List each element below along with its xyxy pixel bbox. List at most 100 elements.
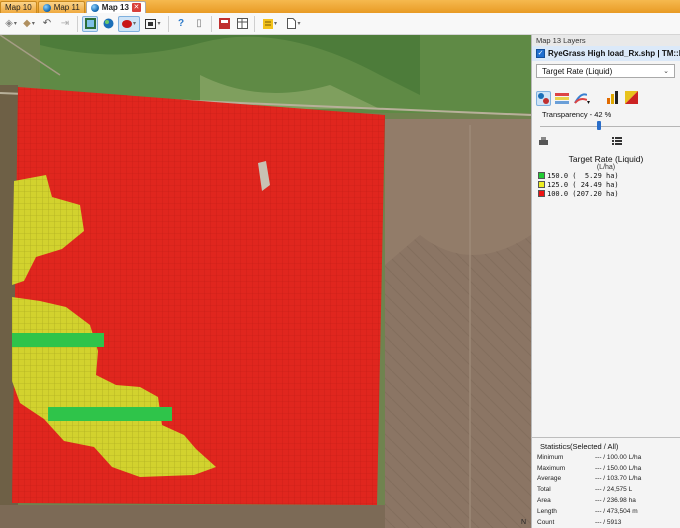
stat-row: Total --- / 24,575 L [532, 484, 680, 495]
frame-icon [145, 18, 157, 29]
legend-tool-row [532, 134, 680, 150]
document-icon [287, 18, 297, 29]
transparency-label: Transparency - 42 % [542, 110, 612, 119]
chevron-down-icon: ▾ [13, 21, 17, 27]
redo-icon: ⇥ [60, 18, 70, 29]
panel-title: Map 13 Layers [532, 35, 680, 46]
stat-label: Maximum [537, 464, 566, 472]
close-tab-icon[interactable]: ✕ [131, 3, 141, 12]
export-button[interactable] [538, 136, 550, 148]
layer-tool-button[interactable]: ◈ ▾ [3, 16, 19, 32]
legend-list-button[interactable] [612, 136, 624, 148]
help-button[interactable]: ? [173, 16, 189, 32]
info-icon: ▯ [196, 18, 202, 29]
note-button[interactable]: ▾ [259, 16, 281, 32]
printer-icon [539, 137, 548, 145]
info-button[interactable]: ▯ [191, 16, 207, 32]
north-arrow-label: N [521, 519, 526, 526]
stat-label: Area [537, 497, 551, 505]
globe-icon [42, 3, 51, 12]
gradient-icon [555, 93, 569, 104]
stat-row: Length --- / 473,504 m [532, 506, 680, 517]
layer-icon: ◈ [5, 18, 13, 29]
globe-button[interactable] [100, 16, 116, 32]
stat-row: Average --- / 103.70 L/ha [532, 474, 680, 485]
stat-value: --- / 150.00 L/ha [595, 464, 642, 472]
style-tool-row: ▾ [532, 89, 680, 108]
layers-panel: Map 13 Layers ✓ RyeGrass High load_Rx.sh… [531, 35, 680, 528]
legend-swatch [538, 172, 545, 179]
prescription-layer[interactable] [12, 87, 385, 505]
chevron-down-icon: ▾ [587, 100, 591, 106]
calculator-button[interactable] [216, 16, 232, 32]
zone-150-lha[interactable] [48, 407, 172, 421]
legend-item[interactable]: 125.0 ( 24.49 ha) [532, 180, 680, 189]
tab-label: Map 10 [5, 3, 32, 12]
zone-150-lha[interactable] [12, 333, 104, 347]
classify-button[interactable] [536, 91, 551, 106]
map-view[interactable]: N [0, 35, 531, 528]
layer-name: RyeGrass High load_Rx.shp | TM::Bu [548, 49, 680, 58]
legend-swatch [538, 181, 545, 188]
tab-map-10[interactable]: Map 10 [0, 1, 37, 13]
attribute-select-value: Target Rate (Liquid) [542, 66, 613, 76]
tab-label: Map 13 [101, 3, 129, 12]
frame-button[interactable]: ▾ [142, 16, 164, 32]
stat-row: Maximum --- / 150.00 L/ha [532, 463, 680, 474]
tag-tool-button[interactable]: ◆ ▾ [21, 16, 37, 32]
stat-value: --- / 236.98 ha [595, 497, 636, 505]
stat-label: Count [537, 518, 555, 526]
stat-row: Area --- / 236.98 ha [532, 495, 680, 506]
undo-button[interactable]: ↶ [39, 16, 55, 32]
attribute-select[interactable]: Target Rate (Liquid) ⌄ [536, 64, 675, 78]
legend-item[interactable]: 100.0 (207.20 ha) [532, 189, 680, 198]
histogram-button[interactable] [606, 91, 621, 106]
map-canvas[interactable]: N [0, 35, 531, 528]
toolbar-divider [168, 15, 169, 32]
tab-map-13[interactable]: Map 13 ✕ [85, 1, 146, 13]
stat-value: --- / 100.00 L/ha [595, 453, 642, 461]
stat-value: --- / 5913 [595, 518, 622, 526]
layers-view-button[interactable] [82, 15, 98, 32]
stat-label: Length [537, 507, 557, 515]
legend-title: Target Rate (Liquid) [568, 154, 644, 164]
zone-grid [12, 87, 385, 505]
document-button[interactable]: ▾ [283, 16, 305, 32]
redo-button[interactable]: ⇥ [57, 16, 73, 32]
stat-row: Minimum --- / 100.00 L/ha [532, 452, 680, 463]
record-icon [121, 19, 132, 28]
legend: Target Rate (Liquid) (L/ha) 150.0 ( 5.29… [532, 154, 680, 198]
help-icon: ? [177, 18, 185, 29]
stat-label: Total [537, 486, 551, 494]
transparency-slider[interactable] [540, 121, 680, 131]
toolbar-divider [211, 15, 212, 32]
record-button[interactable]: ▾ [118, 15, 140, 32]
classify-icon [538, 93, 549, 104]
stat-value: --- / 103.70 L/ha [595, 475, 642, 483]
toolbar-divider [77, 15, 78, 32]
map-toolbar: ◈ ▾ ◆ ▾ ↶ ⇥ ▾ ▾ ? ▯ ▾ ▾ [0, 13, 680, 35]
statistics-heading: Statistics(Selected / All) [540, 442, 619, 451]
color-scheme-icon [625, 91, 638, 104]
tag-icon: ◆ [23, 18, 31, 29]
statistics-panel: Statistics(Selected / All) Minimum --- / … [532, 437, 680, 528]
layer-row[interactable]: ✓ RyeGrass High load_Rx.shp | TM::Bu [532, 46, 680, 61]
chevron-down-icon: ⌄ [663, 68, 669, 75]
tab-map-11[interactable]: Map 11 [37, 1, 85, 13]
layer-visible-checkbox[interactable]: ✓ [536, 49, 545, 58]
table-button[interactable] [234, 16, 250, 32]
ramp-icon [574, 93, 588, 104]
legend-swatch [538, 190, 545, 197]
legend-item[interactable]: 150.0 ( 5.29 ha) [532, 171, 680, 180]
globe-icon [103, 18, 113, 29]
legend-units: (L/ha) [596, 164, 616, 171]
ramp-button[interactable]: ▾ [574, 91, 596, 106]
slider-thumb[interactable] [597, 121, 601, 130]
legend-item-label: 125.0 ( 24.49 ha) [547, 180, 619, 189]
color-scheme-button[interactable] [625, 91, 640, 106]
legend-item-label: 100.0 (207.20 ha) [547, 189, 619, 198]
slider-track [540, 126, 680, 127]
layers-view-icon [84, 18, 96, 29]
gradient-button[interactable] [555, 91, 570, 106]
stat-row: Count --- / 5913 [532, 517, 680, 528]
